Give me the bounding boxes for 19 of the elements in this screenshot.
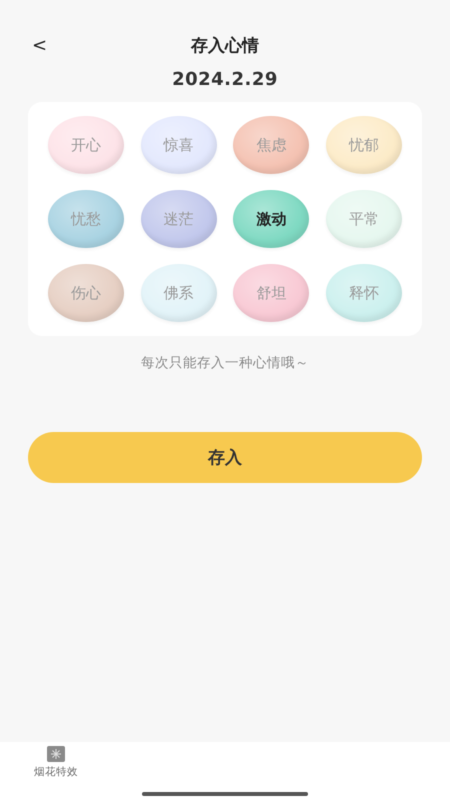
mood-bubble[interactable]: 佛系 [140, 264, 217, 322]
save-button[interactable]: 存入 [28, 432, 422, 483]
page-title: 存入心情 [191, 34, 259, 56]
tab-item[interactable]: 烟花特效 [0, 742, 112, 800]
mood-bubble[interactable]: 激动 [233, 190, 310, 248]
mood-bubble[interactable]: 惊喜 [140, 116, 217, 174]
hint-text: 每次只能存入一种心情哦～ [141, 354, 309, 372]
mood-bubble[interactable]: 释怀 [326, 264, 402, 322]
mood-bubble[interactable]: 舒坦 [233, 264, 310, 322]
mood-bubble[interactable]: 迷茫 [140, 190, 217, 248]
mood-bubble[interactable]: 忧愁 [48, 190, 124, 248]
date-label: 2024.2.29 [172, 69, 278, 90]
back-button[interactable]: < [28, 34, 52, 56]
mood-bubble[interactable]: 焦虑 [233, 116, 310, 174]
sparkle-icon [47, 746, 65, 762]
mood-bubble[interactable]: 平常 [326, 190, 402, 248]
mood-bubble[interactable]: 忧郁 [326, 116, 402, 174]
mood-bubble[interactable]: 开心 [48, 116, 124, 174]
mood-bubble[interactable]: 伤心 [48, 264, 124, 322]
